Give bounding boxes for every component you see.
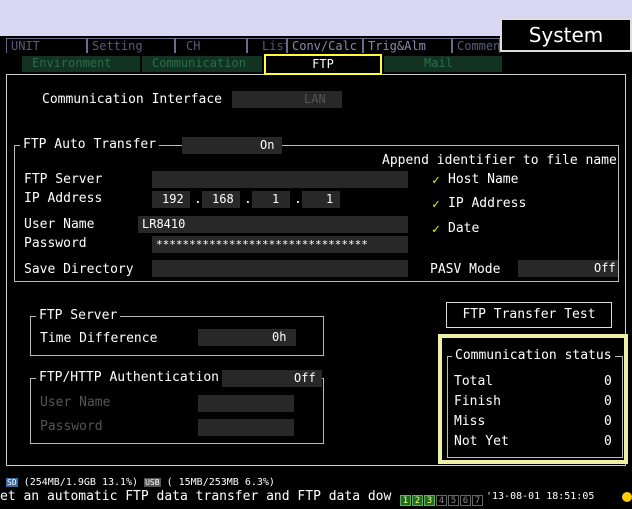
tab-trig-alm[interactable]: Trig&Alm [363, 38, 452, 53]
status-finish-value: 0 [604, 394, 612, 409]
status-total-label: Total [454, 374, 494, 389]
check-ip-icon[interactable]: ✓ [432, 198, 444, 211]
auth-user-label: User Name [40, 395, 111, 410]
pasv-label: PASV Mode [430, 262, 501, 277]
sd-card-icon: SD [6, 478, 18, 487]
unit-6-indicator: 6 [460, 495, 471, 506]
save-directory-label: Save Directory [24, 262, 134, 277]
tab-mail[interactable]: Mail [384, 56, 502, 72]
pasv-field[interactable]: Off [518, 260, 618, 277]
status-notyet-label: Not Yet [454, 434, 509, 449]
unit-5-indicator: 5 [448, 495, 459, 506]
system-button[interactable]: System [500, 18, 632, 52]
ftp-server-label: FTP Server [24, 172, 103, 187]
ip-address-check-label: IP Address [448, 196, 527, 211]
help-text: et an automatic FTP data transfer and FT… [0, 489, 392, 504]
tab-ch[interactable]: CH [175, 38, 247, 53]
ip-octet-3[interactable]: 1 [252, 191, 290, 208]
ftp-transfer-test-button[interactable]: FTP Transfer Test [446, 302, 612, 328]
time-diff-label: Time Difference [40, 331, 158, 346]
tab-communication[interactable]: Communication [142, 56, 262, 72]
unit-3-indicator: 3 [424, 495, 435, 506]
unit-7-indicator: 7 [472, 495, 483, 506]
save-directory-field[interactable] [152, 260, 408, 277]
ftp-server-group-title: FTP Server [36, 308, 121, 324]
unit-indicators: 1234567 [400, 490, 484, 509]
ip-octet-1[interactable]: 192 [152, 191, 190, 208]
usb-icon: USB [144, 478, 161, 487]
tab-ftp[interactable]: FTP [264, 54, 382, 75]
ip-address-label: IP Address [24, 191, 103, 206]
unit-1-indicator: 1 [400, 495, 411, 506]
status-title: Communication status [452, 348, 615, 364]
user-name-field[interactable]: LR8410 [138, 216, 408, 233]
status-miss-label: Miss [454, 414, 486, 429]
comm-interface-label: Communication Interface [42, 92, 223, 107]
ip-octet-2[interactable]: 168 [202, 191, 240, 208]
tab-environment[interactable]: Environment [22, 56, 140, 72]
unit-4-indicator: 4 [436, 495, 447, 506]
host-name-label: Host Name [448, 172, 519, 187]
status-dot-icon [622, 492, 632, 502]
ip-octet-4[interactable]: 1 [302, 191, 340, 208]
unit-2-indicator: 2 [412, 495, 423, 506]
check-host-icon[interactable]: ✓ [432, 174, 444, 187]
datetime: '13-08-01 18:51:05 [486, 491, 595, 502]
comm-interface-field[interactable]: LAN [232, 91, 342, 108]
auth-field[interactable]: Off [222, 370, 322, 387]
status-finish-label: Finish [454, 394, 501, 409]
ip-sep-2: . [244, 192, 252, 207]
append-title: Append identifier to file name [382, 153, 617, 168]
ftp-auto-field[interactable]: On [182, 137, 282, 154]
storage-info: SD (254MB/1.9GB 13.1%) USB ( 15MB/253MB … [6, 477, 275, 489]
password-label: Password [24, 236, 87, 251]
ftp-server-field[interactable] [152, 171, 408, 188]
time-diff-field[interactable]: 0h [198, 329, 296, 346]
status-total-value: 0 [604, 374, 612, 389]
ip-sep-1: . [194, 192, 202, 207]
status-miss-value: 0 [604, 414, 612, 429]
sd-info: (254MB/1.9GB 13.1%) [23, 477, 139, 488]
password-field[interactable]: ******************************** [152, 236, 408, 253]
auth-user-field [198, 395, 294, 412]
user-name-label: User Name [24, 217, 95, 232]
ip-sep-3: . [294, 192, 302, 207]
tab-list[interactable]: List [247, 38, 287, 53]
tab-setting[interactable]: Setting [87, 38, 175, 53]
auth-pass-field [198, 419, 294, 436]
usb-info: ( 15MB/253MB 6.3%) [166, 477, 275, 488]
check-date-icon[interactable]: ✓ [432, 223, 444, 236]
auth-group-title: FTP/HTTP Authentication [36, 370, 223, 386]
auth-pass-label: Password [40, 419, 103, 434]
date-label: Date [448, 221, 480, 236]
ftp-auto-label: FTP Auto Transfer [20, 137, 160, 153]
status-notyet-value: 0 [604, 434, 612, 449]
tab-conv-calc[interactable]: Conv/Calc [287, 38, 363, 53]
tab-comment[interactable]: Commen [452, 38, 500, 53]
tab-unit[interactable]: UNIT [6, 38, 87, 53]
